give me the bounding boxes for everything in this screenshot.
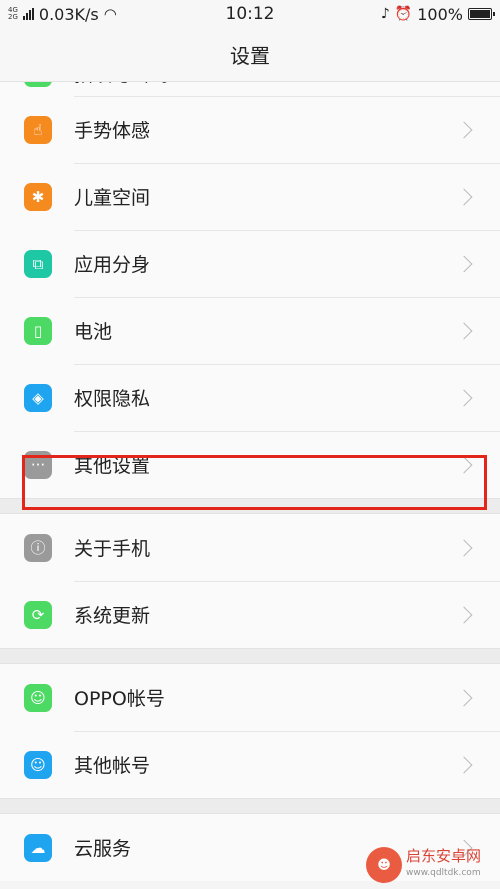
signal-icon	[22, 8, 34, 20]
settings-row-label: 系统更新	[74, 605, 151, 627]
settings-row-label: 应用分身	[74, 254, 151, 276]
settings-section: ☺ OPPO帐号 ☺ 其他帐号	[0, 664, 500, 798]
nav-bar: 设置	[0, 28, 500, 82]
settings-section: ⓘ 关于手机 ⟳ 系统更新	[0, 514, 500, 648]
wifi-icon: ◠	[103, 5, 117, 23]
watermark-logo-icon: ☻	[366, 847, 402, 883]
settings-row[interactable]: ◎ 指纹与密码	[0, 82, 500, 96]
settings-row-label: 电池	[74, 321, 113, 343]
settings-row[interactable]: ☺ OPPO帐号	[0, 664, 500, 731]
chevron-right-icon	[455, 756, 473, 773]
settings-row-label: 手势体感	[74, 120, 151, 142]
section-gap	[0, 498, 500, 514]
settings-row-label: 指纹与密码	[74, 82, 169, 87]
chevron-right-icon	[455, 456, 473, 473]
watermark-url: www.qdltdk.com	[406, 868, 481, 878]
settings-row[interactable]: ☺ 其他帐号	[0, 731, 500, 798]
watermark: ☻ 启东安卓网 www.qdltdk.com	[366, 845, 496, 885]
settings-row[interactable]: ✱ 儿童空间	[0, 163, 500, 230]
status-right: ♪ ⏰ 100%	[380, 4, 495, 24]
info-icon: ⓘ	[24, 533, 52, 562]
chevron-right-icon	[455, 121, 473, 138]
user-icon: ☺	[24, 683, 52, 712]
chevron-right-icon	[455, 188, 473, 205]
cloud-icon: ☁	[24, 833, 52, 862]
fingerprint-icon: ◎	[24, 82, 52, 87]
child-icon: ✱	[24, 182, 52, 211]
chevron-right-icon	[455, 606, 473, 623]
privacy-shield-icon: ◈	[24, 383, 52, 412]
battery-icon	[468, 8, 495, 20]
watermark-text: 启东安卓网 www.qdltdk.com	[406, 848, 481, 882]
settings-row[interactable]: ▯ 电池	[0, 297, 500, 364]
settings-row[interactable]: ··· 其他设置	[0, 431, 500, 498]
settings-row-label: 儿童空间	[74, 187, 151, 209]
chevron-right-icon	[455, 539, 473, 556]
settings-row-label: 其他帐号	[74, 755, 151, 777]
settings-row[interactable]: ⧉ 应用分身	[0, 230, 500, 297]
account-icon: ☺	[24, 750, 52, 779]
settings-row-label: 其他设置	[74, 455, 151, 477]
settings-row-label: OPPO帐号	[74, 688, 165, 710]
settings-row[interactable]: ◈ 权限隐私	[0, 364, 500, 431]
page-title: 设置	[230, 44, 270, 68]
settings-row-label: 权限隐私	[74, 388, 151, 410]
hand-gesture-icon: ☝	[24, 115, 52, 144]
chevron-right-icon	[455, 322, 473, 339]
battery-level: 100%	[417, 4, 463, 24]
network-type-bottom: 2G	[8, 13, 18, 21]
network-type: 4G 2G	[8, 7, 18, 21]
app-clone-icon: ⧉	[24, 249, 52, 278]
alarm-icon: ⏰	[394, 6, 413, 22]
system-update-icon: ⟳	[24, 600, 52, 629]
status-left: 4G 2G 0.03K/s ◠	[8, 5, 117, 24]
settings-row-label: 关于手机	[74, 538, 151, 560]
settings-list: ◎ 指纹与密码 ☝ 手势体感 ✱ 儿童空间 ⧉ 应用分身 ▯ 电池 ◈ 权限隐私 ··· 其他设置 ⓘ 关于手…	[0, 82, 500, 881]
chevron-right-icon	[455, 255, 473, 272]
section-gap	[0, 798, 500, 814]
section-gap	[0, 648, 500, 664]
settings-row-label: 云服务	[74, 838, 132, 860]
chevron-right-icon	[455, 689, 473, 706]
battery-icon: ▯	[24, 316, 52, 345]
watermark-title: 启东安卓网	[406, 847, 482, 865]
settings-section: ◎ 指纹与密码 ☝ 手势体感 ✱ 儿童空间 ⧉ 应用分身 ▯ 电池 ◈ 权限隐私 ··· 其他设置	[0, 82, 500, 498]
status-bar: 4G 2G 0.03K/s ◠ 10:12 ♪ ⏰ 100%	[0, 0, 500, 28]
chevron-right-icon	[455, 389, 473, 406]
mute-bell-icon: ♪	[380, 6, 390, 22]
settings-row[interactable]: ⓘ 关于手机	[0, 514, 500, 581]
more-dots-icon: ···	[24, 450, 52, 479]
settings-row[interactable]: ☝ 手势体感	[0, 96, 500, 163]
network-speed: 0.03K/s	[38, 4, 99, 24]
settings-row[interactable]: ⟳ 系统更新	[0, 581, 500, 648]
